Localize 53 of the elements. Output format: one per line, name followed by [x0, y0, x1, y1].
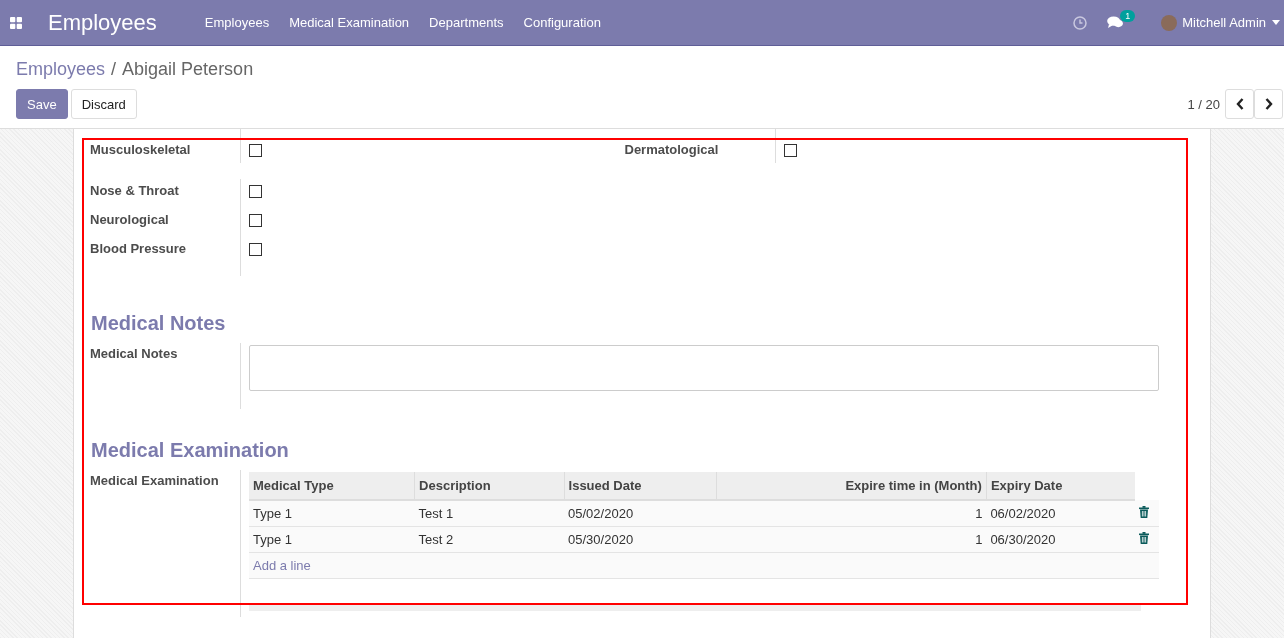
column-header[interactable]: Expire time in (Month) [716, 472, 987, 500]
field-label: Musculoskeletal [90, 141, 192, 159]
table-cell: Test 1 [414, 500, 565, 527]
column-header[interactable]: Medical Type [249, 472, 415, 500]
checkbox[interactable] [249, 185, 262, 198]
breadcrumb-current: Abigail Peterson [122, 59, 254, 81]
menu-item[interactable]: Configuration [523, 15, 601, 30]
menu-item[interactable]: Medical Examination [289, 15, 410, 30]
field-label: Nose & Throat [90, 182, 180, 200]
add-line-link[interactable]: Add a line [253, 558, 311, 573]
message-count-badge: 1 [1120, 10, 1136, 22]
table-cell: 06/30/2020 [986, 526, 1135, 553]
checkbox[interactable] [783, 144, 797, 157]
section-heading: Medical Notes [91, 312, 227, 335]
apps-grid-icon[interactable] [10, 16, 22, 29]
discard-button[interactable]: Discard [70, 89, 137, 119]
menu-item[interactable]: Employees [204, 15, 270, 30]
menu-item[interactable]: Departments [429, 15, 504, 30]
caret-icon[interactable] [1272, 20, 1280, 25]
table-cell: 06/02/2020 [986, 500, 1135, 527]
field-label: Dermatological [624, 141, 720, 159]
table-cell: 05/30/2020 [564, 526, 717, 553]
trash-icon[interactable] [1139, 532, 1149, 544]
breadcrumb-link[interactable]: Employees [16, 59, 106, 83]
breadcrumb-separator: / [111, 59, 117, 81]
field-label: Medical Notes [90, 345, 179, 363]
user-menu[interactable]: Mitchell Admin [1182, 15, 1266, 30]
checkbox[interactable] [249, 243, 262, 256]
notes-field[interactable] [249, 345, 1159, 391]
checkbox[interactable] [249, 144, 262, 157]
field-label: Blood Pressure [90, 240, 188, 258]
table-cell: 1 [716, 500, 987, 527]
chevron-right-icon[interactable] [1264, 98, 1273, 110]
table-cell: Test 2 [414, 526, 565, 553]
previous-button[interactable] [1225, 89, 1254, 119]
table-cell: Type 1 [249, 500, 415, 527]
save-button[interactable]: Save [16, 89, 68, 119]
section-heading: Medical Examination [91, 439, 290, 462]
next-button[interactable] [1254, 89, 1283, 119]
column-header[interactable]: Issued Date [564, 472, 717, 500]
pager-counter: 1 / 20 [1187, 96, 1220, 112]
checkbox[interactable] [249, 214, 262, 227]
table-cell: 1 [716, 526, 987, 553]
chat-bubbles-icon[interactable] [1107, 16, 1125, 29]
chevron-left-icon[interactable] [1235, 98, 1244, 110]
app-title: Employees [48, 9, 157, 36]
table-cell: Type 1 [249, 526, 415, 553]
table-cell: 05/02/2020 [564, 500, 717, 527]
field-label: Neurological [90, 211, 170, 229]
column-header[interactable]: Expiry Date [986, 472, 1135, 500]
column-header[interactable]: Description [414, 472, 565, 500]
trash-icon[interactable] [1139, 505, 1149, 518]
field-label: Medical Examination [90, 472, 220, 490]
